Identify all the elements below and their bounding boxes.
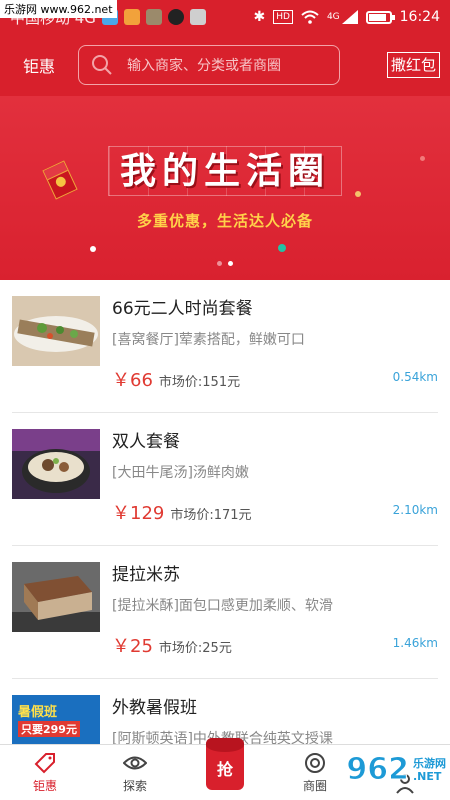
search-icon	[92, 55, 112, 75]
grab-red-packet-button[interactable]: 抢	[206, 738, 244, 790]
battery-icon	[365, 10, 395, 24]
deal-price-row: ￥25 市场价:25元	[112, 632, 232, 658]
qq-icon	[167, 9, 184, 25]
watermark-cn: 乐游网	[413, 756, 446, 770]
deal-price: ￥66	[112, 370, 153, 391]
deal-price: ￥25	[112, 636, 153, 657]
decor-dot	[90, 246, 96, 252]
nav-label: 探索	[122, 779, 147, 793]
grab-label: 抢	[216, 760, 233, 779]
wifi-icon	[301, 10, 319, 24]
nav-label: 商圈	[302, 779, 327, 793]
red-packet-button[interactable]: 撒红包	[386, 52, 440, 78]
banner-subtitle: 多重优惠，生活达人必备	[136, 212, 313, 230]
watermark-logo: 962 乐游网 .NET	[346, 752, 446, 788]
search-input[interactable]: 输入商家、分类或者商圈	[78, 45, 340, 85]
promo-banner[interactable]: 我的生活圈 多重优惠，生活达人必备	[0, 96, 450, 280]
header: 钜惠 输入商家、分类或者商圈 撒红包	[0, 34, 450, 96]
decor-dot	[355, 191, 361, 197]
deal-price: ￥129	[112, 503, 165, 524]
eye-icon	[123, 756, 147, 770]
nav-label: 钜惠	[32, 779, 57, 793]
deal-thumbnail	[12, 562, 100, 632]
deal-distance: 1.46km	[392, 636, 438, 650]
banner-title: 我的生活圈	[119, 150, 330, 192]
target-icon	[305, 753, 325, 773]
carousel-indicator	[0, 261, 450, 266]
watermark-number: 962	[346, 752, 410, 788]
deal-price-row: ￥66 市场价:151元	[112, 366, 240, 392]
deal-market-price: 市场价:25元	[158, 641, 232, 656]
signal-icon	[341, 10, 358, 24]
app-icon-orange	[123, 9, 140, 25]
app-icon-photo	[145, 9, 162, 25]
deal-item[interactable]: 双人套餐 [大田牛尾汤]汤鲜肉嫩 ￥129 市场价:171元 2.10km	[12, 413, 438, 546]
bluetooth-icon: ✱	[253, 9, 266, 25]
battery-fill	[368, 13, 386, 21]
deal-description: [提拉米酥]面包口感更加柔顺、软滑	[112, 598, 333, 614]
nav-item-deals[interactable]: 钜惠	[0, 745, 90, 800]
deal-market-price: 市场价:151元	[158, 375, 241, 390]
thumb-price-text: 只要299元	[18, 721, 80, 737]
deal-distance: 2.10km	[392, 503, 438, 517]
hd-badge: HD	[273, 10, 293, 24]
red-envelope-icon	[42, 160, 78, 200]
deal-title: 66元二人时尚套餐	[112, 299, 253, 319]
deal-title: 外教暑假班	[112, 698, 197, 718]
watermark-en: .NET	[413, 769, 442, 783]
carousel-dot[interactable]	[217, 261, 222, 266]
price-tag-icon	[34, 753, 55, 774]
deal-thumbnail	[12, 429, 100, 499]
network-type: 4G	[326, 12, 340, 22]
city-selector[interactable]: 钜惠	[0, 53, 78, 77]
deal-distance: 0.54km	[392, 370, 438, 384]
deal-list: 66元二人时尚套餐 [喜窝餐厅]荤素搭配，鲜嫩可口 ￥66 市场价:151元 0…	[0, 280, 450, 800]
deal-item[interactable]: 66元二人时尚套餐 [喜窝餐厅]荤素搭配，鲜嫩可口 ￥66 市场价:151元 0…	[12, 280, 438, 413]
deal-thumbnail	[12, 296, 100, 366]
decor-dot	[420, 156, 425, 161]
deal-description: [大田牛尾汤]汤鲜肉嫩	[112, 465, 249, 481]
search-placeholder: 输入商家、分类或者商圈	[127, 58, 281, 74]
deal-item[interactable]: 提拉米苏 [提拉米酥]面包口感更加柔顺、软滑 ￥25 市场价:25元 1.46k…	[12, 546, 438, 679]
watermark-text: 乐游网 .NET	[413, 757, 446, 783]
nav-item-explore[interactable]: 探索	[90, 745, 180, 800]
decor-dot	[278, 244, 286, 252]
deal-price-row: ￥129 市场价:171元	[112, 499, 252, 525]
thumb-banner-text: 暑假班	[18, 705, 58, 720]
clock: 16:24	[399, 9, 440, 25]
deal-description: [喜窝餐厅]荤素搭配，鲜嫩可口	[112, 332, 305, 348]
image-icon	[189, 9, 206, 25]
deal-market-price: 市场价:171元	[170, 508, 252, 523]
watermark-top: 乐游网 www.962.net	[0, 0, 117, 18]
deal-title: 双人套餐	[112, 432, 180, 452]
carousel-dot-active[interactable]	[228, 261, 233, 266]
deal-title: 提拉米苏	[112, 565, 180, 585]
